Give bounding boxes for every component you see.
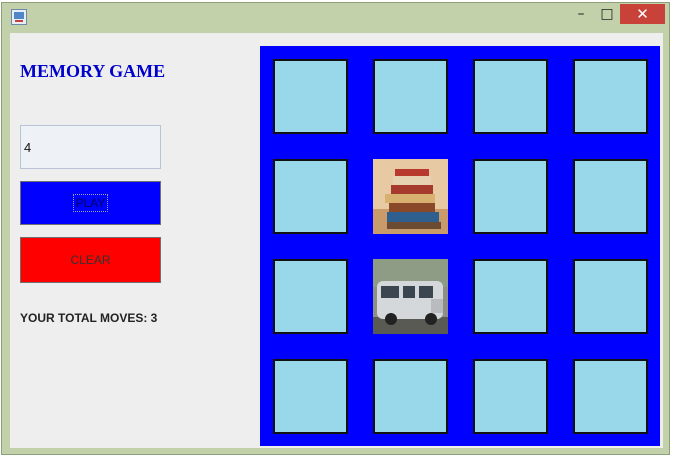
moves-counter: YOUR TOTAL MOVES: 3 bbox=[20, 311, 158, 325]
card-hidden[interactable] bbox=[273, 159, 348, 234]
card-hidden[interactable] bbox=[273, 259, 348, 334]
card-hidden[interactable] bbox=[373, 59, 448, 134]
close-button[interactable]: ✕ bbox=[620, 4, 665, 24]
play-button[interactable]: PLAY bbox=[20, 181, 161, 225]
card-hidden[interactable] bbox=[573, 59, 648, 134]
card-hidden[interactable] bbox=[473, 59, 548, 134]
silver-van-image bbox=[373, 259, 448, 334]
card-hidden[interactable] bbox=[573, 159, 648, 234]
close-icon: ✕ bbox=[636, 5, 649, 23]
card-hidden[interactable] bbox=[473, 359, 548, 434]
maximize-button[interactable]: □ bbox=[594, 4, 620, 24]
game-title: MEMORY GAME bbox=[20, 61, 166, 81]
card-revealed-stack-of-books[interactable] bbox=[373, 159, 448, 234]
java-app-icon[interactable] bbox=[11, 9, 27, 25]
card-hidden[interactable] bbox=[273, 359, 348, 434]
grid-size-input[interactable] bbox=[20, 125, 161, 169]
card-hidden[interactable] bbox=[473, 159, 548, 234]
card-hidden[interactable] bbox=[573, 359, 648, 434]
stack-of-books-image bbox=[373, 159, 448, 234]
app-window: – □ ✕ MEMORY GAME PLAY CLEAR YOUR TOTAL … bbox=[1, 2, 670, 455]
card-hidden[interactable] bbox=[573, 259, 648, 334]
card-hidden[interactable] bbox=[373, 359, 448, 434]
minimize-button[interactable]: – bbox=[568, 4, 594, 24]
title-bar[interactable]: – □ ✕ bbox=[2, 3, 669, 31]
game-board bbox=[260, 46, 660, 446]
card-revealed-silver-van[interactable] bbox=[373, 259, 448, 334]
minimize-icon: – bbox=[577, 6, 585, 22]
maximize-icon: □ bbox=[600, 6, 614, 22]
content-panel: MEMORY GAME PLAY CLEAR YOUR TOTAL MOVES:… bbox=[10, 33, 663, 448]
clear-button[interactable]: CLEAR bbox=[20, 237, 161, 283]
card-hidden[interactable] bbox=[273, 59, 348, 134]
play-button-label: PLAY bbox=[72, 194, 109, 212]
card-hidden[interactable] bbox=[473, 259, 548, 334]
background-editor-bottom bbox=[0, 456, 673, 464]
